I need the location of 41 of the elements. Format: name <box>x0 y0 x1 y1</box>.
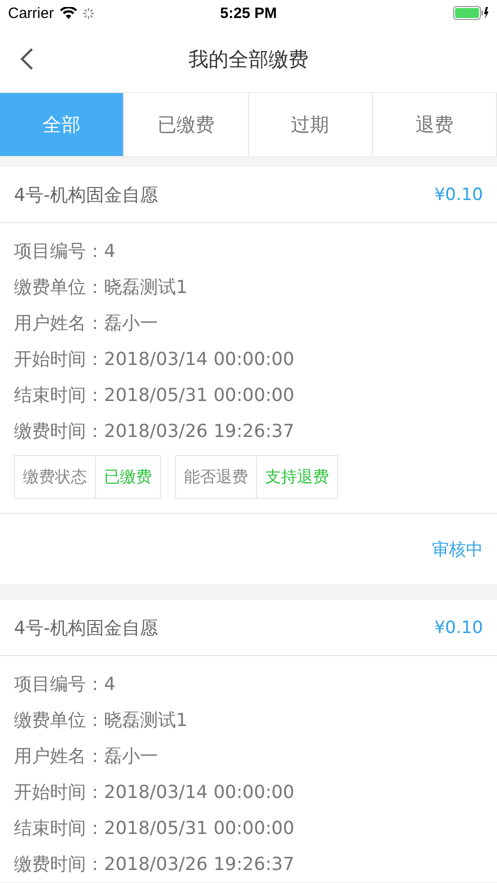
field-value: 2018/03/26 19:26:37 <box>104 420 294 442</box>
amount: ¥0.10 <box>434 618 483 638</box>
field-label: 缴费单位： <box>14 276 104 299</box>
field-value: 磊小一 <box>104 745 158 768</box>
field-value: 晓磊测试1 <box>104 276 188 299</box>
battery-charging-icon <box>453 6 489 20</box>
page-title: 我的全部缴费 <box>188 46 308 72</box>
field-label: 结束时间： <box>14 817 104 840</box>
tab[interactable]: 全部 <box>0 93 124 156</box>
field-value: 2018/03/14 00:00:00 <box>104 348 294 370</box>
field-label: 用户姓名： <box>14 745 104 768</box>
field-label: 缴费时间： <box>14 853 104 876</box>
field-value: 磊小一 <box>104 312 158 335</box>
loading-icon <box>82 8 94 18</box>
field-label: 用户姓名： <box>14 312 104 335</box>
tag-label: 能否退费 <box>176 456 257 498</box>
field-label: 项目编号： <box>14 240 104 263</box>
tag-value: 支持退费 <box>264 466 330 488</box>
field-value: 2018/03/14 00:00:00 <box>104 782 294 802</box>
review-status: 审核中 <box>432 538 483 560</box>
field-value: 4 <box>104 674 116 694</box>
field-label: 开始时间： <box>14 781 104 804</box>
card-title: 4号-机构固金自愿 <box>14 616 158 640</box>
field-label: 项目编号： <box>14 673 104 696</box>
field-value: 2018/03/26 19:26:37 <box>104 854 294 874</box>
field-label: 开始时间： <box>14 348 104 371</box>
tag-value: 已缴费 <box>103 466 153 488</box>
card-title: 4号-机构固金自愿 <box>14 184 158 206</box>
carrier-label: Carrier <box>8 4 54 22</box>
field-value: 晓磊测试1 <box>104 709 188 732</box>
field-value: 4 <box>104 240 116 262</box>
field-label: 缴费时间： <box>14 420 104 443</box>
field-label: 缴费单位： <box>14 709 104 732</box>
field-value: 2018/05/31 00:00:00 <box>104 818 294 838</box>
amount: ¥0.10 <box>434 184 483 204</box>
field-label: 结束时间： <box>14 384 104 407</box>
status-time: 5:25 PM <box>220 4 277 22</box>
tag-label: 缴费状态 <box>15 456 96 498</box>
field-value: 2018/05/31 00:00:00 <box>104 384 294 406</box>
back-icon[interactable] <box>20 47 34 71</box>
wifi-icon <box>60 7 77 19</box>
